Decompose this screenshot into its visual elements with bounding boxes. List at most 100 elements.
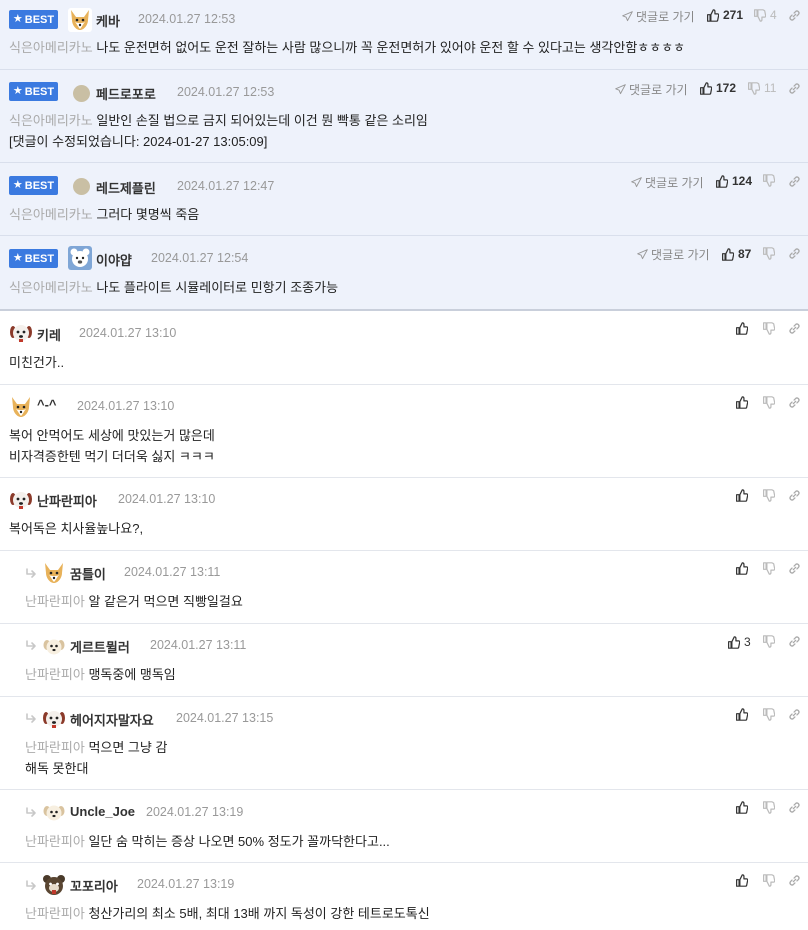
comment-nickname[interactable]: Uncle_Joe bbox=[70, 804, 135, 819]
comment-date: 2024.01.27 12:54 bbox=[151, 251, 249, 265]
comment-date: 2024.01.27 13:10 bbox=[118, 492, 216, 506]
puppy-icon[interactable] bbox=[42, 634, 66, 658]
link-icon[interactable] bbox=[788, 562, 801, 575]
puppy-icon[interactable] bbox=[42, 800, 66, 824]
mention[interactable]: 식은아메리카노 bbox=[9, 280, 93, 295]
dislike-button[interactable] bbox=[762, 801, 775, 814]
link-icon[interactable] bbox=[788, 9, 801, 22]
bear-dark-icon[interactable] bbox=[42, 873, 66, 897]
comment-body: 난파란피아 청산가리의 최소 5배, 최대 13배 까지 독성이 강한 테트로도… bbox=[25, 906, 430, 921]
best-comment: ★ BEST 이야얍 2024.01.27 12:54 댓글로 가기 87 식은… bbox=[0, 236, 808, 311]
link-icon[interactable] bbox=[788, 396, 801, 409]
mention[interactable]: 식은아메리카노 bbox=[9, 113, 93, 128]
like-button[interactable]: 124 bbox=[715, 174, 752, 188]
dislike-button[interactable] bbox=[762, 247, 775, 260]
thumbs-down-icon bbox=[762, 801, 775, 814]
comment-body: 식은아메리카노 그러다 몇명씩 죽음 bbox=[9, 207, 200, 222]
comment-nickname[interactable]: 페드로포로 bbox=[96, 84, 156, 103]
goto-reply-link[interactable]: 댓글로 가기 bbox=[622, 8, 695, 25]
thumbs-down-icon bbox=[762, 396, 775, 409]
dog-icon[interactable] bbox=[9, 321, 33, 345]
like-button[interactable] bbox=[735, 489, 748, 502]
comment-nickname[interactable]: 꿈틀이 bbox=[70, 564, 106, 583]
comment-nickname[interactable]: 이야얍 bbox=[96, 250, 132, 269]
mention[interactable]: 난파란피아 bbox=[25, 594, 85, 609]
reply-arrow-icon bbox=[25, 568, 39, 580]
comment-body: 복어독은 치사율높나요?, bbox=[9, 521, 144, 536]
dislike-button[interactable] bbox=[762, 562, 775, 575]
comment-date: 2024.01.27 12:53 bbox=[138, 12, 236, 26]
link-icon[interactable] bbox=[788, 801, 801, 814]
comment-date: 2024.01.27 13:10 bbox=[79, 326, 177, 340]
dislike-button[interactable] bbox=[762, 489, 775, 502]
comment-nickname[interactable]: 꼬포리아 bbox=[70, 876, 118, 895]
comment-nickname[interactable]: 키레 bbox=[37, 325, 61, 344]
bear-icon[interactable] bbox=[68, 246, 92, 270]
link-icon[interactable] bbox=[788, 635, 801, 648]
thumbs-down-icon bbox=[762, 489, 775, 502]
dislike-button[interactable]: 4 bbox=[753, 8, 777, 22]
link-icon[interactable] bbox=[788, 874, 801, 887]
like-button[interactable] bbox=[735, 801, 748, 814]
link-icon[interactable] bbox=[788, 708, 801, 721]
like-button[interactable] bbox=[735, 396, 748, 409]
link-icon[interactable] bbox=[788, 175, 801, 188]
comment-nickname[interactable]: 난파란피아 bbox=[37, 491, 97, 510]
dislike-button[interactable] bbox=[762, 174, 775, 187]
link-icon[interactable] bbox=[788, 489, 801, 502]
mention[interactable]: 난파란피아 bbox=[25, 906, 85, 921]
link-icon[interactable] bbox=[788, 82, 801, 95]
like-button[interactable]: 87 bbox=[721, 247, 751, 261]
mention[interactable]: 난파란피아 bbox=[25, 667, 85, 682]
fox-icon[interactable] bbox=[42, 561, 66, 585]
like-button[interactable]: 271 bbox=[706, 8, 743, 22]
send-icon bbox=[622, 11, 633, 22]
dislike-button[interactable] bbox=[762, 396, 775, 409]
comment-nickname[interactable]: 레드제플린 bbox=[96, 178, 156, 197]
goto-reply-link[interactable]: 댓글로 가기 bbox=[615, 81, 688, 98]
dog-icon[interactable] bbox=[42, 707, 66, 731]
like-button[interactable]: 172 bbox=[699, 81, 736, 95]
goto-reply-link[interactable]: 댓글로 가기 bbox=[637, 246, 710, 263]
best-badge: ★ BEST bbox=[9, 10, 58, 29]
star-icon: ★ bbox=[12, 252, 23, 264]
comment-nickname[interactable]: 게르트뮐러 bbox=[70, 637, 130, 656]
avatar[interactable] bbox=[73, 178, 90, 195]
dog-icon[interactable] bbox=[9, 488, 33, 512]
thumbs-up-icon bbox=[699, 82, 712, 95]
comment-date: 2024.01.27 13:19 bbox=[146, 805, 244, 819]
comment-date: 2024.01.27 13:11 bbox=[124, 565, 221, 579]
comment-date: 2024.01.27 12:47 bbox=[177, 179, 275, 193]
comment: ^-^ 2024.01.27 13:10 복어 안먹어도 세상에 맛있는거 많은… bbox=[0, 385, 808, 478]
like-button[interactable]: 3 bbox=[727, 635, 751, 649]
fox-icon[interactable] bbox=[9, 395, 33, 419]
fox-icon[interactable] bbox=[68, 8, 92, 32]
like-button[interactable] bbox=[735, 708, 748, 721]
mention[interactable]: 식은아메리카노 bbox=[9, 207, 93, 222]
reply-comment: Uncle_Joe 2024.01.27 13:19 난파란피아 일단 숨 막히… bbox=[0, 790, 808, 863]
comment-nickname[interactable]: ^-^ bbox=[37, 397, 57, 412]
like-button[interactable] bbox=[735, 322, 748, 335]
comment-body: 난파란피아 맹독중에 맹독임 bbox=[25, 667, 176, 682]
dislike-button[interactable] bbox=[762, 635, 775, 648]
dislike-button[interactable] bbox=[762, 322, 775, 335]
comment-date: 2024.01.27 13:10 bbox=[77, 399, 175, 413]
link-icon[interactable] bbox=[788, 247, 801, 260]
avatar[interactable] bbox=[73, 85, 90, 102]
dislike-button[interactable] bbox=[762, 874, 775, 887]
comment-nickname[interactable]: 케바 bbox=[96, 11, 120, 30]
mention[interactable]: 난파란피아 bbox=[25, 740, 85, 755]
dislike-button[interactable] bbox=[762, 708, 775, 721]
link-icon[interactable] bbox=[788, 322, 801, 335]
comment-nickname[interactable]: 헤어지자말자요 bbox=[70, 710, 154, 729]
mention[interactable]: 난파란피아 bbox=[25, 834, 85, 849]
dislike-button[interactable]: 11 bbox=[747, 81, 776, 95]
like-button[interactable] bbox=[735, 874, 748, 887]
thumbs-up-icon bbox=[706, 9, 719, 22]
like-button[interactable] bbox=[735, 562, 748, 575]
star-icon: ★ bbox=[12, 179, 23, 191]
thumbs-down-icon bbox=[753, 9, 766, 22]
mention[interactable]: 식은아메리카노 bbox=[9, 40, 93, 55]
goto-reply-link[interactable]: 댓글로 가기 bbox=[631, 174, 704, 191]
thumbs-down-icon bbox=[762, 247, 775, 260]
